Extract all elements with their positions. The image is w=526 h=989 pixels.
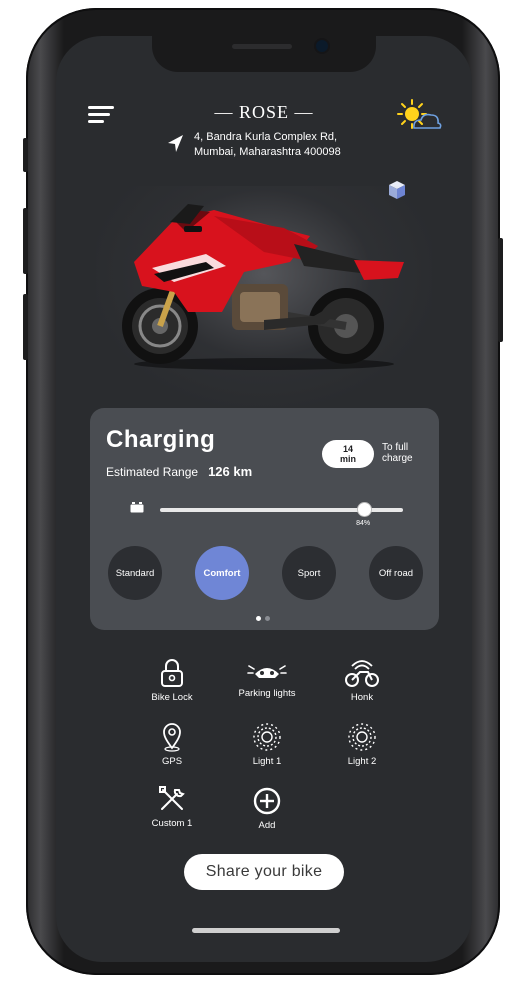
honk-icon xyxy=(317,658,407,688)
battery-level-slider[interactable] xyxy=(160,503,403,516)
feature-bike-lock[interactable]: Bike Lock xyxy=(127,658,217,703)
notch xyxy=(152,36,376,72)
time-unit: min xyxy=(339,454,356,464)
time-caption: To full charge xyxy=(382,442,413,464)
feature-label: Light 2 xyxy=(347,756,377,767)
battery-icon xyxy=(130,502,144,513)
location-arrow-icon xyxy=(168,135,183,152)
mode-sport[interactable]: Sport xyxy=(282,546,336,600)
mode-comfort[interactable]: Comfort xyxy=(195,546,249,600)
mute-switch xyxy=(23,138,28,172)
home-indicator xyxy=(192,928,340,933)
light-icon xyxy=(222,722,312,752)
gps-icon xyxy=(127,722,217,752)
address-line-2: Mumbai, Maharashtra 400098 xyxy=(194,146,341,158)
feature-custom-1[interactable]: Custom 1 xyxy=(127,784,217,829)
status-title: Charging xyxy=(106,426,216,453)
slider-thumb[interactable] xyxy=(358,503,372,516)
volume-up-button xyxy=(23,208,28,274)
mode-off-road[interactable]: Off road xyxy=(369,546,423,600)
app-screen: — ROSE — 4, Bandra Kurla Complex Rd, Mum… xyxy=(56,36,472,962)
feature-add[interactable]: Add xyxy=(222,786,312,831)
front-camera xyxy=(316,40,328,52)
estimated-range: Estimated Range 126 km xyxy=(106,464,252,479)
feature-label: Parking lights xyxy=(238,688,296,699)
motorcycle-image xyxy=(122,204,404,370)
feature-label: Light 1 xyxy=(252,756,282,767)
feature-label: Custom 1 xyxy=(151,818,193,829)
ride-modes: Standard Comfort Sport Off road xyxy=(108,546,424,600)
feature-parking-lights[interactable]: Parking lights xyxy=(222,656,312,699)
range-value: 126 km xyxy=(208,464,253,479)
add-icon xyxy=(222,786,312,816)
feature-light-1[interactable]: Light 1 xyxy=(222,722,312,767)
page-indicator xyxy=(256,616,276,622)
tools-icon xyxy=(127,784,217,814)
time-to-full-badge: 14 min xyxy=(322,440,374,468)
power-button xyxy=(498,238,503,342)
weather-icon[interactable] xyxy=(396,98,442,132)
time-value: 14 xyxy=(342,444,353,454)
mode-standard[interactable]: Standard xyxy=(108,546,162,600)
lock-icon xyxy=(127,658,217,688)
speaker xyxy=(232,44,292,49)
battery-percent-label: 84% xyxy=(356,520,371,527)
address-line-1: 4, Bandra Kurla Complex Rd, xyxy=(194,131,338,143)
feature-gps[interactable]: GPS xyxy=(127,722,217,767)
time-caption-line-1: To full xyxy=(382,442,409,453)
feature-light-2[interactable]: Light 2 xyxy=(317,722,407,767)
time-caption-line-2: charge xyxy=(382,453,413,464)
feature-label: Add xyxy=(258,820,276,831)
parking-lights-icon xyxy=(222,656,312,684)
range-label: Estimated Range xyxy=(106,465,199,479)
page-dot[interactable] xyxy=(265,616,270,621)
page-dot[interactable] xyxy=(256,616,261,621)
status-card: Charging Estimated Range 126 km 14 min To… xyxy=(90,408,439,630)
light-icon xyxy=(317,722,407,752)
feature-label: GPS xyxy=(161,756,183,767)
location-address: 4, Bandra Kurla Complex Rd, Mumbai, Maha… xyxy=(194,130,394,160)
feature-label: Honk xyxy=(350,692,374,703)
volume-down-button xyxy=(23,294,28,360)
feature-honk[interactable]: Honk xyxy=(317,658,407,703)
feature-label: Bike Lock xyxy=(151,692,193,703)
share-bike-button[interactable]: Share your bike xyxy=(184,854,344,890)
